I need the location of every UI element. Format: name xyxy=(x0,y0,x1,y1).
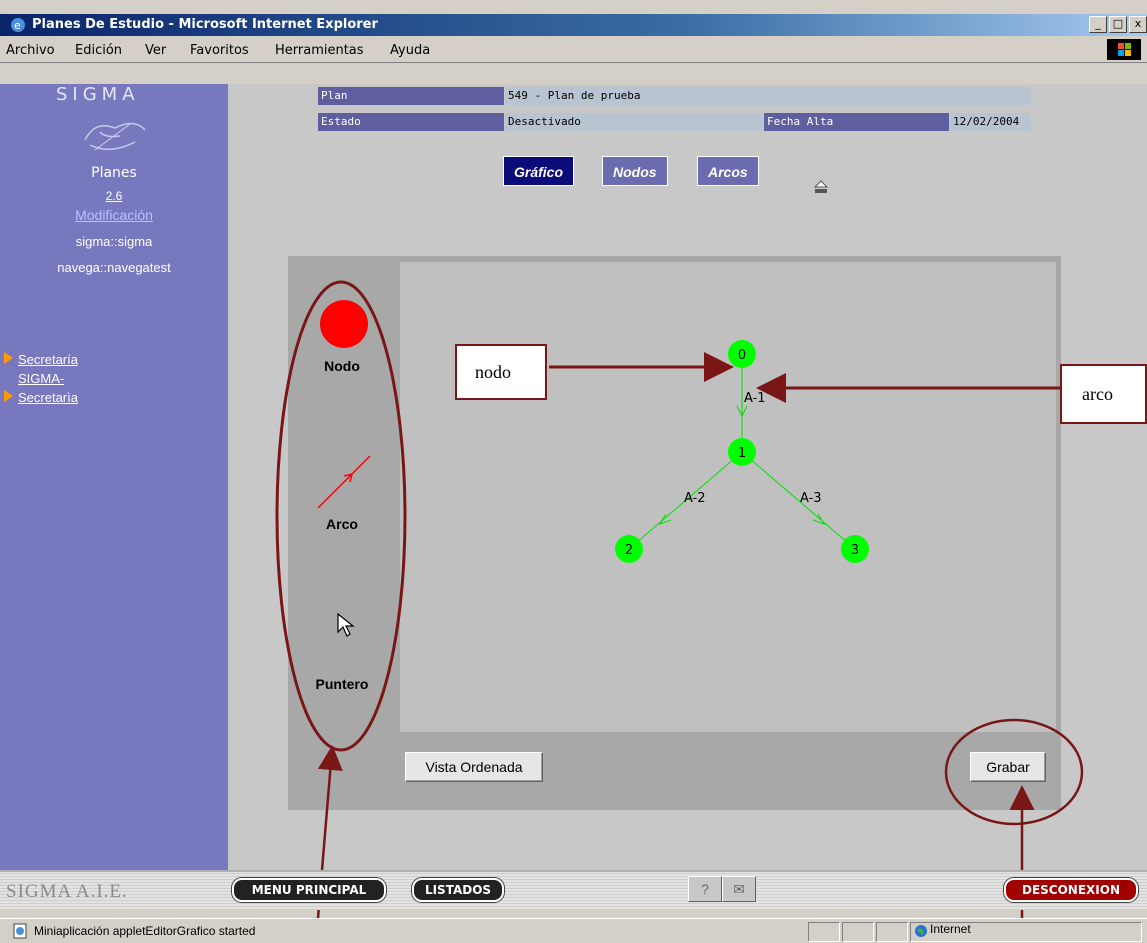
listados-button[interactable]: LISTADOS xyxy=(412,878,504,902)
arc-label-a2: A-2 xyxy=(684,491,706,506)
node-label-1: 1 xyxy=(738,446,746,461)
arc-tool-label[interactable]: Arco xyxy=(288,516,396,532)
grabar-button[interactable]: Grabar xyxy=(970,752,1046,782)
menu-favoritos[interactable]: Favoritos xyxy=(190,43,249,58)
menu-ver[interactable]: Ver xyxy=(145,43,166,58)
toolbox: Nodo Arco Puntero xyxy=(288,256,396,810)
footer-brand: SIGMA A.I.E. xyxy=(6,881,128,902)
menu-ayuda[interactable]: Ayuda xyxy=(390,43,430,58)
estado-value: Desactivado xyxy=(505,113,763,131)
fecha-alta-label: Fecha Alta xyxy=(764,113,949,131)
estado-label: Estado xyxy=(318,113,504,131)
plan-label: Plan xyxy=(318,87,504,105)
arc-a3[interactable] xyxy=(741,451,856,550)
menu-edicion[interactable]: Edición xyxy=(75,43,122,58)
sigma-logo-icon xyxy=(84,122,146,151)
close-button[interactable]: x xyxy=(1129,16,1147,33)
arc-label-a1: A-1 xyxy=(744,391,766,406)
sidebar-app-name: Planes xyxy=(91,165,137,181)
sidebar-user-sigma: sigma::sigma xyxy=(75,234,153,249)
node-tool-icon[interactable] xyxy=(318,298,370,350)
node-label-2: 2 xyxy=(625,543,633,558)
arc-label-a3: A-3 xyxy=(800,491,822,506)
annotation-arco: arco xyxy=(1060,364,1147,424)
minimize-button[interactable]: _ xyxy=(1089,16,1107,33)
title-bar: e Planes De Estudio - Microsoft Internet… xyxy=(0,14,1147,36)
page-icon xyxy=(13,923,27,939)
sidebar-item-sigma-secretaria[interactable]: Secretarìa xyxy=(18,388,78,407)
sidebar-version[interactable]: 2.6 xyxy=(0,189,228,203)
globe-icon xyxy=(915,925,927,937)
arc-arrow-icon xyxy=(812,513,826,525)
arc-arrow-icon xyxy=(658,513,672,525)
sidebar-brand: SIGMA xyxy=(56,84,140,105)
sidebar: SIGMA Planes 2.6 Modificación sigma::sig… xyxy=(0,84,228,870)
annotation-nodo: nodo xyxy=(455,344,547,400)
menu-bar: Archivo Edición Ver Favoritos Herramient… xyxy=(0,38,1147,63)
status-cell xyxy=(808,922,840,942)
pointer-tool-label[interactable]: Puntero xyxy=(288,676,396,692)
vista-ordenada-button[interactable]: Vista Ordenada xyxy=(405,752,543,782)
footer-bar: SIGMA A.I.E. MENU PRINCIPAL LISTADOS ? ✉… xyxy=(0,870,1147,910)
status-zone: Internet xyxy=(930,922,971,936)
toolbar-spacer xyxy=(0,63,1147,84)
mail-icon[interactable]: ✉ xyxy=(722,876,756,902)
help-button[interactable]: ? xyxy=(688,876,722,902)
sidebar-item-sigma[interactable]: SIGMA- xyxy=(18,369,64,388)
sidebar-mode-link[interactable]: Modificación xyxy=(0,207,228,223)
scroll-top-icon[interactable] xyxy=(812,178,830,196)
sidebar-user-navega: navega::navegatest xyxy=(57,260,171,275)
node-tool-label[interactable]: Nodo xyxy=(288,358,396,374)
tab-nodos[interactable]: Nodos xyxy=(602,156,668,186)
node-label-3: 3 xyxy=(851,543,859,558)
maximize-button[interactable]: □ xyxy=(1109,16,1127,33)
sidebar-item-secretaria[interactable]: Secretaría xyxy=(18,350,78,369)
ie-icon: e xyxy=(11,18,25,32)
status-bar: Miniaplicación appletEditorGrafico start… xyxy=(0,918,1147,943)
menu-archivo[interactable]: Archivo xyxy=(6,43,55,58)
graph-canvas[interactable]: A-1 A-2 A-3 0 1 2 3 xyxy=(400,262,1056,732)
tab-grafico[interactable]: Gráfico xyxy=(503,156,575,186)
menu-herramientas[interactable]: Herramientas xyxy=(275,43,364,58)
window-title: Planes De Estudio - Microsoft Internet E… xyxy=(32,17,378,32)
status-cell xyxy=(876,922,908,942)
fecha-alta-value: 12/02/2004 xyxy=(950,113,1031,131)
desconexion-button[interactable]: DESCONEXION xyxy=(1004,878,1138,902)
pointer-tool-icon[interactable] xyxy=(336,612,356,638)
arc-tool-icon[interactable] xyxy=(314,452,374,512)
windows-logo-icon xyxy=(1107,39,1141,60)
node-label-0: 0 xyxy=(738,348,746,363)
tab-arcos[interactable]: Arcos xyxy=(697,156,759,186)
menu-principal-button[interactable]: MENU PRINCIPAL xyxy=(232,878,386,902)
main-content: Plan 549 - Plan de prueba Estado Desacti… xyxy=(228,84,1147,870)
svg-text:e: e xyxy=(14,19,21,32)
sidebar-arrow-icon xyxy=(4,390,13,402)
status-cell xyxy=(842,922,874,942)
status-text: Miniaplicación appletEditorGrafico start… xyxy=(34,924,256,938)
sidebar-arrow-icon xyxy=(4,352,13,364)
plan-value: 549 - Plan de prueba xyxy=(505,87,1031,105)
graph-editor-applet: Nodo Arco Puntero A-1 A-2 A-3 0 1 2 3 Vi… xyxy=(288,256,1061,810)
